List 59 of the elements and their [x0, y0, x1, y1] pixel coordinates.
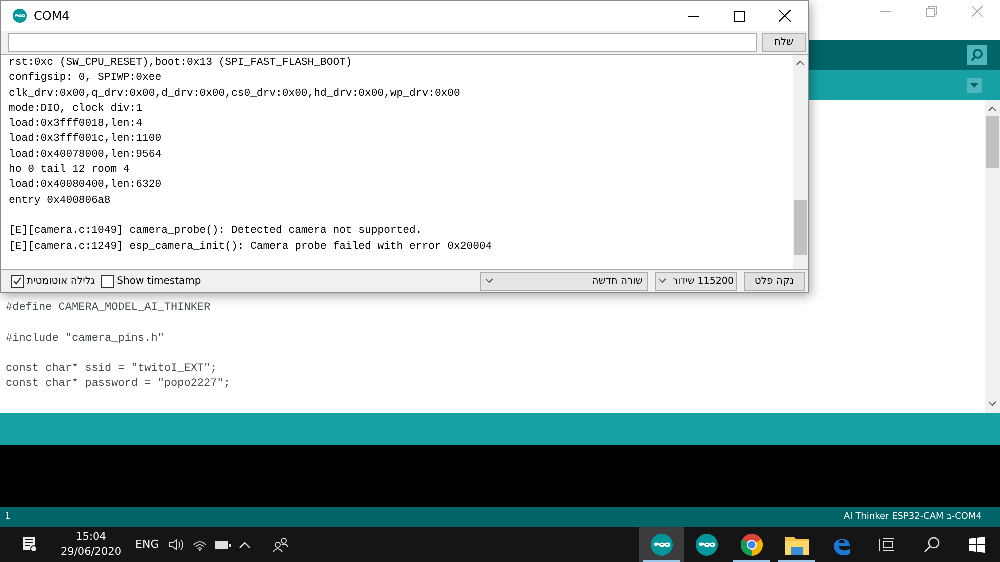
serial-output-line: rst:0xc (SW_CPU_RESET),boot:0x13 (SPI_FAST_FLASH_BOOT): [9, 56, 354, 71]
serial-output-line: mode:DIO, clock div:1: [9, 102, 144, 117]
notification-icon[interactable]: [23, 537, 37, 552]
serial-output-line: clk_drv:0x00,q_drv:0x00,d_drv:0x00,cs0_drv:0x00,hd_drv:0x00,wp_drv:0x00: [9, 86, 462, 102]
message-input[interactable]: [8, 32, 757, 52]
code-line: const char* password = "popo2227";: [6, 377, 232, 392]
caret-icon: [658, 278, 667, 284]
search-icon: [924, 536, 940, 552]
serial-output-line: load:0x3fff001c,len:1100: [9, 132, 163, 148]
arduino-icon: [13, 9, 27, 23]
code-line: #define CAMERA_MODEL_AI_THINKER: [6, 301, 212, 316]
code-line: const char* ssid = "twitoI_EXT";: [6, 362, 218, 378]
clear-output-button[interactable]: נקה פלט: [744, 272, 805, 290]
wifi-icon[interactable]: [193, 538, 208, 550]
caret-icon: [485, 278, 494, 284]
tab-menu-button[interactable]: [967, 78, 982, 92]
volume-icon[interactable]: [169, 538, 186, 552]
arduino-icon: [696, 534, 718, 556]
magnifier-icon: [970, 48, 984, 62]
language-indicator[interactable]: ENG: [136, 538, 160, 551]
windows-logo: [968, 536, 984, 552]
clock-date[interactable]: 29/06/2020: [61, 544, 122, 560]
serial-monitor-button[interactable]: [967, 45, 987, 65]
serial-output-line: [E][camera.c:1249] esp_camera_init(): Camera probe failed with error 0x20004: [9, 240, 494, 255]
serial-output-line: [E][camera.c:1049] camera_probe(): Detected camera not supported.: [9, 224, 424, 240]
scrollbar-thumb[interactable]: [794, 200, 807, 255]
checkbox-label[interactable]: גלילה אוטומטית: [27, 276, 96, 286]
clock-time[interactable]: 15:04: [76, 530, 106, 544]
battery-icon[interactable]: [215, 540, 232, 550]
code-line: #include "camera_pins.h": [6, 332, 166, 347]
line-ending-dropdown[interactable]: שורה חדשה: [480, 272, 648, 290]
scrollbar[interactable]: [985, 100, 1000, 413]
send-button[interactable]: שלח: [762, 32, 806, 52]
scrollbar[interactable]: [793, 55, 808, 269]
serial-output-line: entry 0x400806a8: [9, 194, 112, 209]
checkbox-label[interactable]: Show timestamp: [117, 276, 202, 286]
serial-output-line: ho 0 tail 12 room 4: [9, 163, 131, 178]
task-view-icon: [878, 538, 894, 552]
checkmark-icon: [13, 277, 22, 285]
serial-output-line: load:0x40078000,len:9564: [9, 148, 163, 163]
checkbox[interactable]: [11, 274, 24, 288]
baud-rate-dropdown[interactable]: 115200 שידור: [655, 272, 737, 290]
chevron-up-icon[interactable]: [239, 540, 252, 548]
board-port-label: AI Thinker ESP32-CAM ב-COM4: [844, 512, 982, 522]
people-icon[interactable]: [273, 537, 288, 552]
serial-output-line: load:0x40080400,len:6320: [9, 178, 163, 194]
triangle-down-icon: [970, 82, 979, 88]
chrome-icon: [740, 534, 762, 556]
serial-output-line: load:0x3fff0018,len:4: [9, 117, 144, 132]
maximize-icon[interactable]: [734, 10, 744, 22]
checkbox[interactable]: [101, 274, 114, 288]
close-icon[interactable]: [779, 10, 791, 22]
arduino-icon: [650, 534, 672, 556]
taskbar-app-button[interactable]: [639, 527, 684, 562]
window-title: COM4: [34, 9, 70, 23]
line-number: 1: [5, 512, 11, 522]
folder-icon: [784, 534, 808, 554]
serial-output-line: configsip: 0, SPIWP:0xee: [9, 71, 163, 86]
scrollbar-thumb[interactable]: [986, 116, 999, 168]
